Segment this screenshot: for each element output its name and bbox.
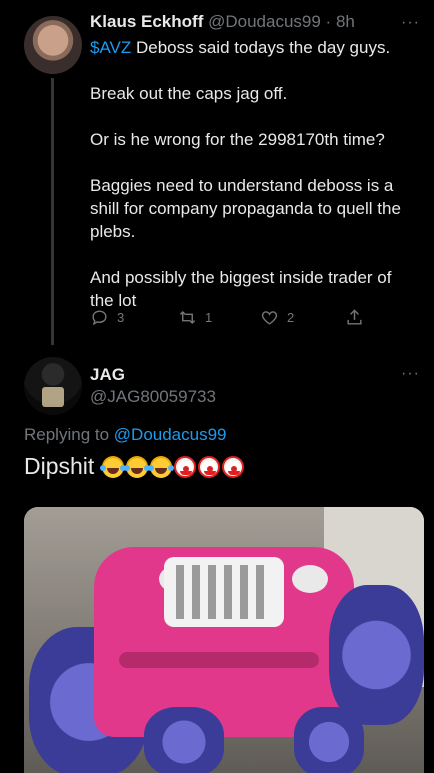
toy-wheel bbox=[294, 707, 364, 773]
replying-handle-link[interactable]: @Doudacus99 bbox=[114, 425, 227, 444]
tweet-paragraph: And possibly the biggest inside trader o… bbox=[90, 268, 392, 310]
author-name[interactable]: Klaus Eckhoff bbox=[90, 12, 203, 31]
reply-button[interactable]: 3 bbox=[90, 308, 124, 327]
laughing-emoji-icon bbox=[148, 455, 173, 478]
tweet-paragraph: Or is he wrong for the 2998170th time? bbox=[90, 130, 385, 149]
reply-icon bbox=[92, 310, 107, 326]
share-icon bbox=[347, 309, 362, 325]
tweet-header: Klaus Eckhoff @Doudacus99 · 8h bbox=[90, 12, 355, 32]
avatar-image bbox=[42, 387, 64, 407]
clown-emoji-icon bbox=[198, 455, 221, 478]
timestamp[interactable]: 8h bbox=[336, 12, 355, 31]
like-count: 2 bbox=[287, 310, 295, 325]
tweet-paragraph: Baggies need to understand deboss is a s… bbox=[90, 176, 401, 241]
like-icon bbox=[261, 311, 278, 325]
toy-grille bbox=[164, 557, 284, 627]
author-handle[interactable]: @JAG80059733 bbox=[90, 387, 216, 407]
tweet-jag[interactable]: JAG @JAG80059733 ··· Replying to @Doudac… bbox=[0, 345, 434, 773]
tweet-text: Dipshit bbox=[24, 453, 245, 480]
author-name[interactable]: JAG bbox=[90, 365, 125, 385]
toy-bumper bbox=[119, 652, 319, 668]
clown-emoji-icon bbox=[174, 455, 197, 478]
laughing-emoji-icon bbox=[124, 455, 149, 478]
tweet-paragraph: $AVZ Deboss said todays the day guys. bbox=[90, 36, 415, 59]
tweet-klaus[interactable]: Klaus Eckhoff @Doudacus99 · 8h ··· $AVZ … bbox=[0, 0, 434, 345]
tweet-paragraph: Break out the caps jag off. bbox=[90, 84, 288, 103]
tweet-line: Deboss said todays the day guys. bbox=[131, 38, 391, 57]
more-options-icon[interactable]: ··· bbox=[401, 365, 420, 383]
retweet-count: 1 bbox=[205, 310, 213, 325]
clown-emoji-icon bbox=[222, 455, 245, 478]
cashtag-link[interactable]: $AVZ bbox=[90, 38, 131, 57]
toy-wheel bbox=[329, 585, 424, 725]
author-handle[interactable]: @Doudacus99 bbox=[208, 12, 321, 31]
replying-prefix: Replying to bbox=[24, 425, 114, 444]
reply-count: 3 bbox=[117, 310, 125, 325]
toy-headlight bbox=[292, 565, 328, 593]
laughing-emoji-icon bbox=[100, 455, 125, 478]
tweet-actions: 3 1 2 bbox=[90, 308, 380, 332]
retweet-button[interactable]: 1 bbox=[178, 308, 212, 327]
media-gif[interactable] bbox=[24, 507, 424, 773]
thread-line bbox=[51, 78, 54, 345]
retweet-icon bbox=[179, 310, 196, 325]
avatar[interactable] bbox=[24, 357, 82, 415]
toy-wheel bbox=[144, 707, 224, 773]
reply-word: Dipshit bbox=[24, 453, 95, 479]
avatar[interactable] bbox=[24, 16, 82, 74]
tweet-text: $AVZ Deboss said todays the day guys. Br… bbox=[90, 36, 415, 312]
replying-to: Replying to @Doudacus99 bbox=[24, 425, 227, 445]
separator: · bbox=[325, 12, 332, 31]
more-options-icon[interactable]: ··· bbox=[401, 14, 420, 32]
like-button[interactable]: 2 bbox=[260, 308, 294, 327]
share-button[interactable] bbox=[345, 308, 364, 327]
emoji-group bbox=[100, 455, 245, 478]
